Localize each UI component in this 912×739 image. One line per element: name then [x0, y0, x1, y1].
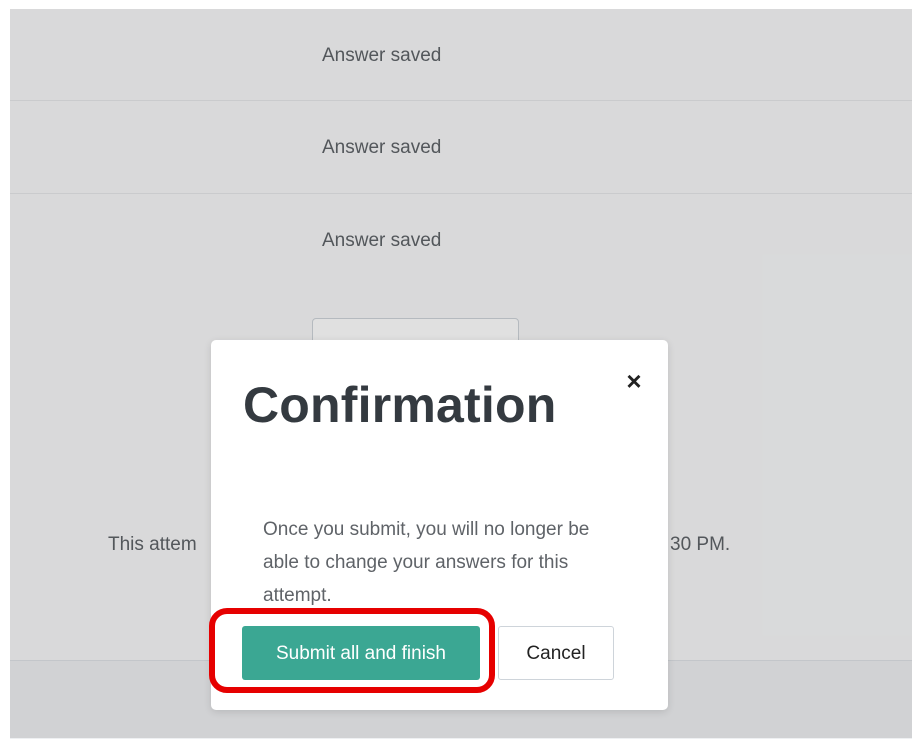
dialog-message: Once you submit, you will no longer be a…: [263, 519, 590, 606]
submit-all-and-finish-button[interactable]: Submit all and finish: [242, 626, 480, 680]
dialog-title: Confirmation: [243, 377, 557, 433]
cancel-button[interactable]: Cancel: [498, 626, 614, 680]
confirmation-dialog: Confirmation × Once you submit, you will…: [211, 340, 668, 710]
close-icon[interactable]: ×: [621, 368, 647, 394]
